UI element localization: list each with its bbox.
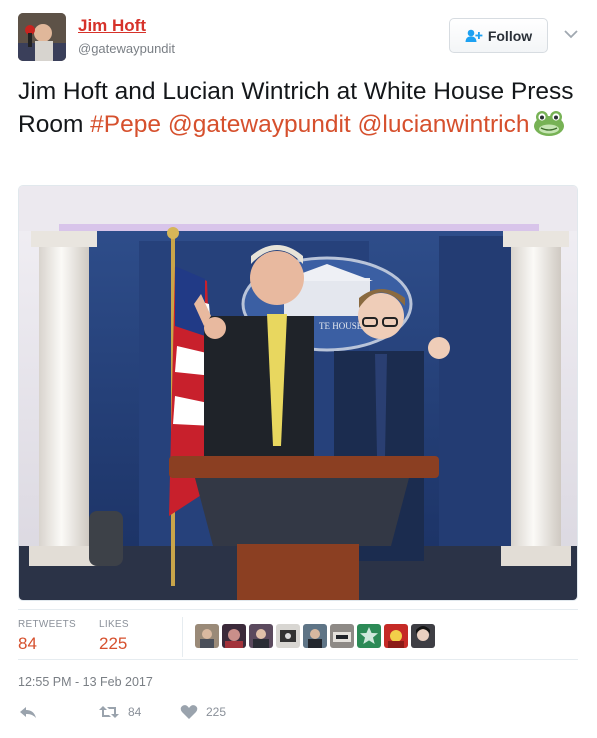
seal-text: TE HOUSE <box>319 321 363 331</box>
follow-label: Follow <box>487 27 533 44</box>
heart-icon <box>180 705 198 719</box>
tweet-timestamp[interactable]: 12:55 PM - 13 Feb 2017 <box>18 675 153 689</box>
divider <box>18 659 578 660</box>
profile-avatar[interactable] <box>18 13 66 61</box>
liker-avatar[interactable] <box>276 624 300 648</box>
like-button[interactable]: 225 <box>180 704 226 720</box>
retweets-label: RETWEETS <box>18 619 76 630</box>
liker-avatar[interactable] <box>303 624 327 648</box>
follow-button[interactable]: Follow <box>449 18 548 53</box>
reply-button[interactable] <box>18 704 38 720</box>
user-name[interactable]: Jim Hoft <box>78 16 146 36</box>
reply-icon <box>20 707 36 718</box>
liker-avatars <box>195 624 435 648</box>
retweet-count: 84 <box>128 705 142 719</box>
retweet-button[interactable]: 84 <box>98 704 141 720</box>
divider <box>182 617 183 657</box>
likes-count: 225 <box>99 634 128 653</box>
liker-avatar[interactable] <box>330 624 354 648</box>
hashtag-link[interactable]: #Pepe <box>90 111 161 138</box>
liker-avatar[interactable] <box>249 624 273 648</box>
likes-stat[interactable]: LIKES 225 <box>99 619 129 654</box>
divider <box>18 609 578 610</box>
liker-avatar[interactable] <box>357 624 381 648</box>
retweet-icon <box>99 706 119 718</box>
mention-link[interactable]: @gatewaypundit <box>168 111 351 138</box>
user-handle[interactable]: @gatewaypundit <box>78 41 175 56</box>
liker-avatar[interactable] <box>411 624 435 648</box>
liker-avatar[interactable] <box>195 624 219 648</box>
tweet-photo[interactable]: TE HOUSE <box>18 185 578 601</box>
retweets-count: 84 <box>18 634 37 653</box>
tweet-text: Jim Hoft and Lucian Wintrich at White Ho… <box>18 75 578 141</box>
add-user-icon <box>465 29 483 42</box>
like-count: 225 <box>206 705 227 719</box>
action-bar: 84 225 <box>18 704 318 724</box>
liker-avatar[interactable] <box>384 624 408 648</box>
likes-label: LIKES <box>99 619 129 630</box>
frog-face-icon <box>534 111 565 136</box>
mention-link[interactable]: @lucianwintrich <box>358 111 530 138</box>
chevron-down-icon[interactable] <box>563 28 579 40</box>
retweets-stat[interactable]: RETWEETS 84 <box>18 619 76 654</box>
liker-avatar[interactable] <box>222 624 246 648</box>
